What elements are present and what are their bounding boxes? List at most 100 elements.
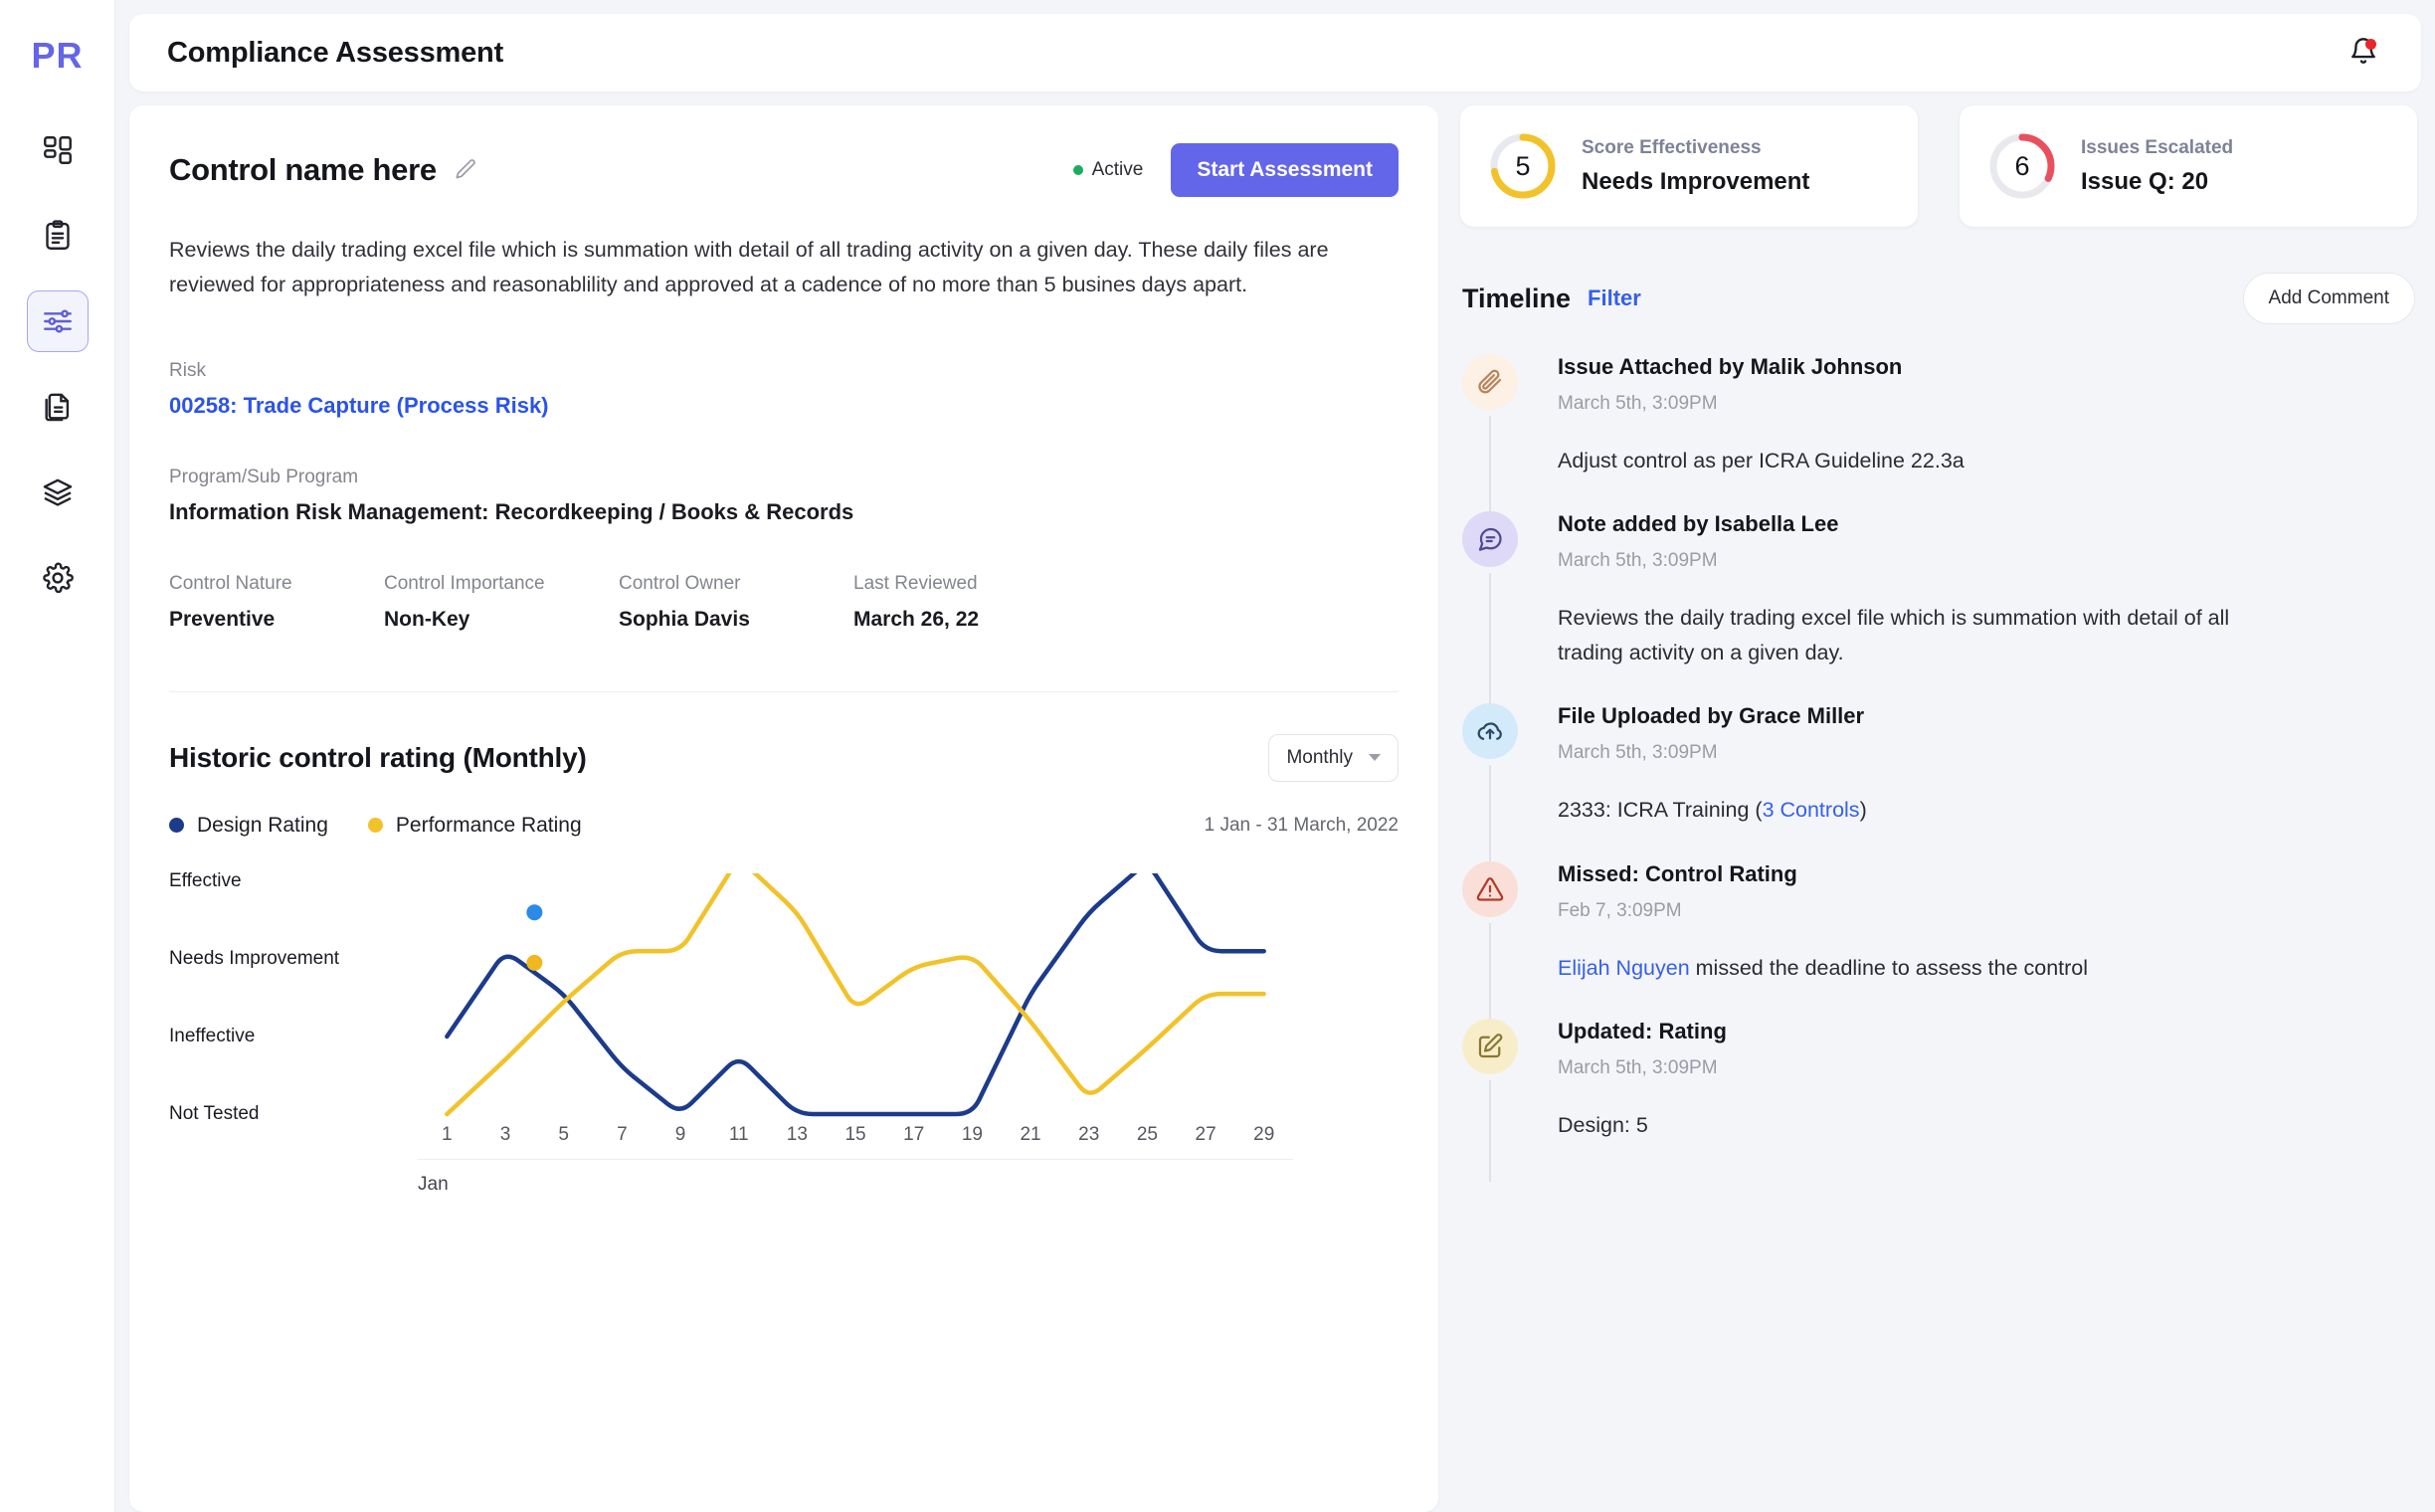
chart-plot: Effective Needs Improvement Ineffective Not…: [169, 869, 1399, 1195]
timeline-item-title: Issue Attached by Malik Johnson: [1558, 354, 1903, 379]
chart-x-ticks: 1 3 5 7 9 11 13 15 17 19 21 23 25 27 29: [418, 1124, 1293, 1146]
status-label: Active: [1091, 159, 1144, 180]
program-label: Program/Sub Program: [169, 466, 359, 487]
x-tick-label: 9: [674, 1123, 686, 1145]
control-title: Control name here: [169, 152, 437, 187]
content-area: Compliance Assessment Control name here: [115, 0, 2435, 1512]
meta-label: Control Nature: [169, 572, 292, 594]
timeline-item-title: Note added by Isabella Lee: [1558, 511, 1839, 537]
timeline-item-title: Missed: Control Rating: [1558, 860, 1797, 886]
timeline-item-title: Updated: Rating: [1558, 1018, 1727, 1043]
sidebar-item-tasks[interactable]: [27, 205, 89, 267]
warning-icon: [1462, 860, 1518, 917]
clipboard-icon: [41, 219, 75, 253]
grid-icon: [41, 133, 75, 167]
sidebar-item-settings[interactable]: [27, 547, 89, 609]
scorecard-issues-escalated[interactable]: 6 Issues Escalated Issue Q: 20: [1960, 105, 2417, 227]
page-title: Compliance Assessment: [167, 36, 504, 69]
chart-x-axis: 1 3 5 7 9 11 13 15 17 19 21 23 25 27 29 Jan: [418, 1124, 1293, 1196]
timeline-item-body: Reviews the daily trading excel file whi…: [1558, 606, 2230, 664]
control-meta-row: Control Nature Preventive Control Import…: [169, 573, 1399, 632]
add-comment-button[interactable]: Add Comment: [2242, 273, 2415, 324]
timeline-item-link[interactable]: 3 Controls: [1763, 798, 1860, 822]
pencil-icon[interactable]: [453, 157, 478, 183]
meta-label: Control Importance: [384, 572, 545, 594]
legend-label: Performance Rating: [395, 813, 582, 837]
gear-icon: [41, 561, 75, 595]
chart-axis-line: [418, 1158, 1293, 1160]
scorecard-score-effectiveness[interactable]: 5 Score Effectiveness Needs Improvement: [1460, 105, 1918, 227]
legend-swatch: [367, 818, 383, 834]
chart-marker: [526, 954, 543, 971]
timeline-item: Missed: Control Rating Feb 7, 3:09PM Elija…: [1462, 860, 2415, 1025]
app-logo: PR: [31, 35, 84, 76]
scorecard-status: Issue Q: 20: [2081, 167, 2209, 195]
sidebar-item-library[interactable]: [27, 462, 89, 523]
sidebar-item-controls[interactable]: [26, 290, 89, 352]
chart-header: Historic control rating (Monthly) Monthl…: [169, 733, 1399, 782]
scorecard-text: Score Effectiveness Needs Improvement: [1582, 137, 1809, 196]
risk-link[interactable]: 00258: Trade Capture (Process Risk): [169, 393, 1399, 419]
x-tick-label: 25: [1136, 1123, 1158, 1145]
period-select-value: Monthly: [1286, 746, 1353, 768]
timeline-item-time: March 5th, 3:09PM: [1558, 550, 1718, 572]
scorecard-label: Issues Escalated: [2081, 136, 2234, 158]
timeline-item: Updated: Rating March 5th, 3:09PM Design: …: [1462, 1018, 2415, 1183]
meta-label: Last Reviewed: [853, 572, 978, 594]
layers-icon: [41, 475, 75, 509]
status-badge: Active: [1072, 159, 1144, 181]
x-tick-label: 15: [844, 1123, 866, 1145]
timeline-item-body: 2333: ICRA Training (3 Controls): [1558, 798, 1867, 823]
timeline-list: Issue Attached by Malik Johnson March 5th…: [1456, 354, 2421, 1512]
chart-line-performance: [445, 872, 1266, 1116]
chart-x-label: Jan: [418, 1173, 449, 1195]
y-tick-label: Not Tested: [169, 1102, 260, 1124]
x-tick-label: 13: [786, 1123, 808, 1145]
x-tick-label: 23: [1078, 1123, 1100, 1145]
meta-control-nature: Control Nature Preventive: [169, 573, 384, 632]
timeline-item: File Uploaded by Grace Miller March 5th, …: [1462, 703, 2415, 867]
x-tick-label: 19: [961, 1123, 983, 1145]
x-tick-label: 5: [558, 1123, 569, 1145]
sidebar: PR: [0, 0, 115, 1512]
y-tick-label: Effective: [169, 869, 242, 891]
meta-control-importance: Control Importance Non-Key: [384, 573, 619, 632]
paperclip-icon: [1462, 354, 1518, 410]
status-dot-icon: [1072, 165, 1083, 175]
timeline-title: Timeline: [1462, 283, 1572, 313]
notifications-button[interactable]: [2343, 33, 2383, 73]
x-tick-label: 7: [617, 1123, 628, 1145]
control-header-actions: Active Start Assessment: [1072, 143, 1399, 197]
timeline-connector: [1489, 573, 1491, 710]
sidebar-item-dashboard[interactable]: [27, 119, 89, 181]
sliders-icon: [41, 304, 75, 338]
timeline-item: Issue Attached by Malik Johnson March 5th…: [1462, 354, 2415, 518]
meta-value: Sophia Davis: [619, 607, 750, 631]
legend-label: Design Rating: [197, 813, 328, 837]
chart-legend: Design Rating Performance Rating 1 Jan -…: [169, 814, 1399, 838]
chat-icon: [1462, 511, 1518, 568]
sidebar-item-documents[interactable]: [27, 376, 89, 438]
legend-item-performance: Performance Rating: [367, 813, 582, 838]
chart-date-range: 1 Jan - 31 March, 2022: [1204, 814, 1399, 836]
x-tick-label: 29: [1253, 1123, 1275, 1145]
chart-title: Historic control rating (Monthly): [169, 741, 587, 773]
scorecard-label: Score Effectiveness: [1582, 136, 1762, 158]
meta-label: Control Owner: [619, 572, 741, 594]
timeline-connector: [1489, 416, 1491, 518]
x-tick-label: 17: [903, 1123, 925, 1145]
timeline-filter-link[interactable]: Filter: [1588, 285, 1641, 311]
timeline-item-body: Design: 5: [1558, 1112, 1648, 1137]
donut-value: 6: [2014, 150, 2030, 181]
period-select[interactable]: Monthly: [1268, 733, 1399, 782]
control-header: Control name here Active Start Assessmen…: [169, 143, 1399, 197]
timeline-item: Note added by Isabella Lee March 5th, 3:0…: [1462, 511, 2415, 710]
timeline-item-title: File Uploaded by Grace Miller: [1558, 703, 1865, 729]
timeline-item-link[interactable]: Elijah Nguyen: [1558, 956, 1690, 980]
timeline-item-time: March 5th, 3:09PM: [1558, 742, 1718, 764]
y-tick-label: Needs Improvement: [169, 947, 340, 969]
x-tick-label: 11: [728, 1123, 749, 1145]
start-assessment-button[interactable]: Start Assessment: [1171, 143, 1399, 197]
donut-value: 5: [1515, 150, 1531, 181]
y-tick-label: Ineffective: [169, 1025, 256, 1046]
